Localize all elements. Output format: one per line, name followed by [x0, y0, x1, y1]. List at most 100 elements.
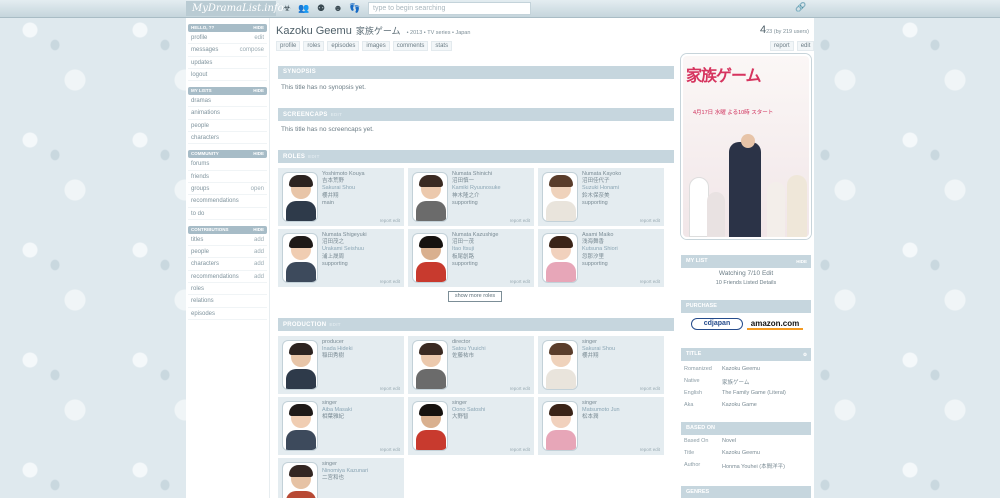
sidebar-item-action[interactable]: compose — [240, 44, 264, 55]
tab-edit[interactable]: edit — [796, 41, 815, 51]
person-photo[interactable] — [412, 340, 448, 390]
show-more-roles-button[interactable]: show more roles — [448, 291, 502, 302]
sidebar-hide-link[interactable]: hide — [253, 226, 264, 234]
search-input[interactable]: type to begin searching — [368, 2, 531, 15]
mylist-hide-link[interactable]: hide — [796, 255, 807, 268]
sidebar-item[interactable]: episodes — [188, 308, 267, 320]
guy-icon[interactable]: ☻ — [332, 2, 344, 14]
actor-name[interactable]: Suzuki Honami — [582, 185, 621, 192]
report-edit-link[interactable]: report edit — [640, 386, 660, 391]
tab-report[interactable]: report — [770, 41, 794, 51]
sidebar-item-label[interactable]: groups — [191, 183, 209, 194]
tab-profile[interactable]: profile — [276, 41, 301, 51]
tab-comments[interactable]: comments — [392, 41, 429, 51]
person-photo[interactable] — [282, 340, 318, 390]
link-icon[interactable]: 🔗 — [795, 2, 806, 13]
sidebar-item-label[interactable]: characters — [191, 258, 219, 269]
person-photo[interactable] — [412, 172, 448, 222]
sidebar-item[interactable]: titles add — [188, 234, 267, 247]
report-edit-link[interactable]: report edit — [380, 447, 400, 452]
actor-name[interactable]: Kamiki Ryuunosuke — [452, 185, 501, 192]
sidebar-item[interactable]: recommendations — [188, 195, 267, 208]
sidebar-item-action[interactable]: edit — [254, 32, 264, 43]
sidebar-item-label[interactable]: recommendations — [191, 271, 239, 282]
biohazard-icon[interactable]: ☣ — [281, 2, 293, 14]
sidebar-item-label[interactable]: logout — [191, 69, 207, 80]
sidebar-item-action[interactable]: add — [254, 258, 264, 269]
sidebar-item-action[interactable]: add — [254, 246, 264, 257]
person-photo[interactable] — [542, 172, 578, 222]
gang-icon[interactable]: ⚉ — [315, 2, 327, 14]
report-edit-link[interactable]: report edit — [510, 218, 530, 223]
sidebar-item[interactable]: dramas — [188, 95, 267, 108]
sidebar-hide-link[interactable]: hide — [253, 24, 264, 32]
person-photo[interactable] — [412, 233, 448, 283]
sidebar-hide-link[interactable]: hide — [253, 150, 264, 158]
sidebar-item-action[interactable]: open — [251, 183, 264, 194]
sidebar-item-label[interactable]: people — [191, 120, 209, 131]
tab-stats[interactable]: stats — [431, 41, 453, 51]
amazon-link[interactable]: amazon.com — [747, 318, 803, 330]
sidebar-item-label[interactable]: characters — [191, 132, 219, 143]
sidebar-item-label[interactable]: profile — [191, 32, 207, 43]
screencaps-edit-link[interactable]: edit — [331, 112, 342, 117]
report-edit-link[interactable]: report edit — [640, 447, 660, 452]
sidebar-item-label[interactable]: messages — [191, 44, 218, 55]
sidebar-item[interactable]: to do — [188, 208, 267, 220]
sidebar-item-label[interactable]: updates — [191, 57, 212, 68]
person-photo[interactable] — [542, 233, 578, 283]
tab-episodes[interactable]: episodes — [327, 41, 360, 51]
sidebar-hide-link[interactable]: hide — [253, 87, 264, 95]
tab-roles[interactable]: roles — [303, 41, 325, 51]
person-photo[interactable] — [282, 233, 318, 283]
sidebar-item-label[interactable]: relations — [191, 295, 214, 306]
sidebar-item-label[interactable]: recommendations — [191, 195, 239, 206]
report-edit-link[interactable]: report edit — [380, 218, 400, 223]
sidebar-item-label[interactable]: episodes — [191, 308, 215, 319]
sidebar-item[interactable]: forums — [188, 158, 267, 171]
person-photo[interactable] — [282, 401, 318, 451]
sidebar-item[interactable]: roles — [188, 283, 267, 296]
report-edit-link[interactable]: report edit — [380, 386, 400, 391]
report-edit-link[interactable]: report edit — [510, 386, 530, 391]
site-logo[interactable]: MyDramaList.info — [186, 1, 284, 16]
cdjapan-link[interactable]: cdjapan — [691, 318, 743, 330]
actor-name[interactable]: Itao Itsuji — [452, 246, 498, 253]
actor-name[interactable]: Kutsuna Shiori — [582, 246, 618, 253]
sidebar-item-label[interactable]: friends — [191, 171, 209, 182]
sidebar-item[interactable]: animations — [188, 107, 267, 120]
person-photo[interactable] — [412, 401, 448, 451]
sidebar-item[interactable]: messages compose — [188, 44, 267, 57]
report-edit-link[interactable]: report edit — [510, 447, 530, 452]
person-photo[interactable] — [282, 172, 318, 222]
tab-images[interactable]: images — [362, 41, 390, 51]
report-edit-link[interactable]: report edit — [640, 279, 660, 284]
footprints-icon[interactable]: 👣 — [349, 2, 361, 14]
sidebar-item[interactable]: characters — [188, 132, 267, 145]
person-photo[interactable] — [542, 340, 578, 390]
sidebar-item[interactable]: people — [188, 120, 267, 133]
report-edit-link[interactable]: report edit — [380, 279, 400, 284]
users-icon[interactable]: 👥 — [298, 2, 310, 14]
sidebar-item[interactable]: updates — [188, 57, 267, 69]
gear-icon[interactable]: ⚙ — [803, 348, 807, 361]
poster-image[interactable]: 家族ゲーム 4月17日 水曜 よる10時 スタート — [681, 54, 811, 239]
person-photo[interactable] — [542, 401, 578, 451]
sidebar-item-action[interactable]: add — [254, 234, 264, 245]
sidebar-item[interactable]: logout — [188, 69, 267, 82]
sidebar-item[interactable]: friends — [188, 171, 267, 183]
sidebar-item[interactable]: groups open — [188, 183, 267, 196]
sidebar-item[interactable]: characters add — [188, 258, 267, 271]
sidebar-item-label[interactable]: to do — [191, 208, 204, 219]
sidebar-item-label[interactable]: animations — [191, 107, 220, 118]
sidebar-item[interactable]: profile edit — [188, 32, 267, 45]
actor-name[interactable]: Urakami Seishuu — [322, 246, 367, 253]
mylist-friends[interactable]: 10 Friends Listed Details — [681, 280, 811, 286]
sidebar-item-label[interactable]: titles — [191, 234, 203, 245]
sidebar-item-label[interactable]: roles — [191, 283, 204, 294]
actor-name[interactable]: Sakurai Shou — [322, 185, 365, 192]
sidebar-item[interactable]: recommendations add — [188, 271, 267, 284]
mylist-status[interactable]: Watching 7/10 Edit — [681, 270, 811, 277]
sidebar-item-label[interactable]: forums — [191, 158, 209, 169]
sidebar-item-label[interactable]: dramas — [191, 95, 211, 106]
